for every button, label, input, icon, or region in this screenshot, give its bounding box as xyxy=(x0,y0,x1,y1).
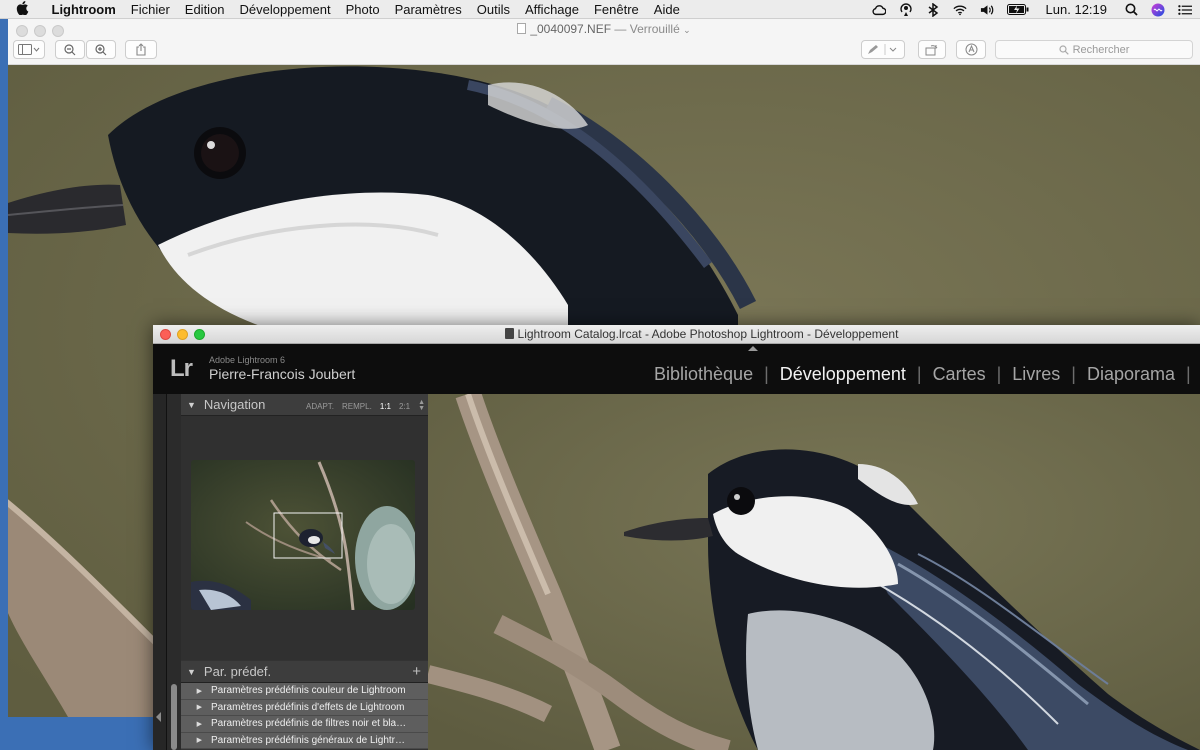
navigator-thumbnail[interactable] xyxy=(191,460,415,610)
preset-folder[interactable]: ▶ Paramètres prédéfinis de filtres noir e… xyxy=(181,716,429,733)
navigator-preview-area xyxy=(181,416,429,660)
volume-icon[interactable] xyxy=(980,3,994,17)
disclosure-triangle-icon[interactable]: ▶ xyxy=(181,687,211,695)
lightroom-logo: Lr xyxy=(170,355,193,382)
module-cartes[interactable]: Cartes xyxy=(933,364,986,385)
add-preset-button[interactable]: + xyxy=(412,663,421,680)
share-button[interactable] xyxy=(125,40,157,59)
module-livres[interactable]: Livres xyxy=(1012,364,1060,385)
collapse-left-panel-icon[interactable] xyxy=(156,712,161,722)
preset-folder-label: Paramètres prédéfinis couleur de Lightro… xyxy=(211,685,406,697)
document-filename: _0040097.NEF xyxy=(530,22,612,36)
preset-folder[interactable]: ▶ Paramètres prédéfinis d'effets de Light… xyxy=(181,699,429,716)
navigator-zoom-options: ADAPT. REMPL. 1:1 2:1 ▲ ▼ xyxy=(306,399,425,412)
disclosure-triangle-icon[interactable]: ▶ xyxy=(181,736,211,744)
document-title[interactable]: _0040097.NEF — Verrouillé ⌄ xyxy=(8,22,1200,36)
preset-folder-label: Paramètres prédéfinis d'effets de Lightr… xyxy=(211,701,405,713)
user-name: Pierre-Francois Joubert xyxy=(209,366,356,382)
menu-lightroom[interactable]: Lightroom xyxy=(44,0,123,19)
presets-title: Par. prédef. xyxy=(203,664,272,679)
preset-folder[interactable]: ▶ Paramètres prédéfinis couleur de Lightr… xyxy=(181,683,429,700)
scroll-thumb[interactable] xyxy=(171,684,177,750)
module-separator: | xyxy=(764,364,769,384)
creative-cloud-icon[interactable] xyxy=(871,3,886,17)
product-name: Adobe Lightroom 6 xyxy=(209,355,286,365)
battery-icon[interactable] xyxy=(1006,3,1029,17)
module-bibliotheque[interactable]: Bibliothèque xyxy=(654,364,753,385)
search-input[interactable]: Rechercher xyxy=(995,40,1193,59)
document-lock-status: — Verrouillé xyxy=(614,22,680,36)
disclosure-triangle-icon[interactable]: ▼ xyxy=(187,400,196,410)
lightroom-window-title-wrap: Lightroom Catalog.lrcat - Adobe Photosho… xyxy=(153,327,1200,341)
menu-outils[interactable]: Outils xyxy=(469,0,517,19)
apple-menu-icon[interactable] xyxy=(0,0,44,18)
zoom-1to1-option[interactable]: 1:1 xyxy=(380,402,391,411)
menu-photo[interactable]: Photo xyxy=(338,0,387,19)
spotlight-search-icon[interactable] xyxy=(1124,3,1138,17)
presets-panel-header[interactable]: ▼ Par. prédef. + xyxy=(181,661,429,683)
navigator-title: Navigation xyxy=(203,397,266,412)
menu-fichier[interactable]: Fichier xyxy=(123,0,177,19)
markup-toolbar-button[interactable] xyxy=(956,40,986,59)
lightroom-window-title: Lightroom Catalog.lrcat - Adobe Photosho… xyxy=(517,327,899,341)
menu-fenetre[interactable]: Fenêtre xyxy=(586,0,646,19)
develop-photo-bird xyxy=(428,394,1200,750)
rotate-button[interactable] xyxy=(918,40,946,59)
zoom-fill-option[interactable]: REMPL. xyxy=(342,402,372,411)
lightroom-titlebar: Lightroom Catalog.lrcat - Adobe Photosho… xyxy=(153,325,1200,344)
chevron-down-icon: ⌄ xyxy=(683,25,691,35)
siri-icon[interactable] xyxy=(1151,3,1165,17)
preview-toolbar: _0040097.NEF — Verrouillé ⌄ Rechercher xyxy=(8,19,1200,65)
left-panel: ▼ Navigation ADAPT. REMPL. 1:1 2:1 ▲ ▼ ▼… xyxy=(166,394,429,750)
left-panel-edge[interactable] xyxy=(153,394,166,750)
lightroom-window: Lightroom Catalog.lrcat - Adobe Photosho… xyxy=(153,325,1200,750)
develop-workspace: ▼ Navigation ADAPT. REMPL. 1:1 2:1 ▲ ▼ ▼… xyxy=(153,394,1200,750)
main-image-view[interactable] xyxy=(428,394,1200,750)
zoom-stepper-icon[interactable]: ▲ ▼ xyxy=(418,399,425,412)
module-picker: Bibliothèque | Développement | Cartes | … xyxy=(654,364,1200,385)
preset-folder[interactable]: ▶ Paramètres prédéfinis généraux de Light… xyxy=(181,732,429,749)
bluetooth-icon[interactable] xyxy=(926,2,940,17)
disclosure-triangle-icon[interactable]: ▶ xyxy=(181,720,211,728)
module-separator: | xyxy=(916,364,922,384)
wifi-icon[interactable] xyxy=(952,3,967,17)
module-separator: | xyxy=(1071,364,1076,384)
disclosure-triangle-icon[interactable]: ▼ xyxy=(187,667,196,677)
disclosure-triangle-icon[interactable]: ▶ xyxy=(181,703,211,711)
catalog-file-icon xyxy=(504,328,514,339)
navigator-panel-header[interactable]: ▼ Navigation ADAPT. REMPL. 1:1 2:1 ▲ ▼ xyxy=(181,394,429,416)
module-separator: | xyxy=(1186,364,1191,384)
menu-affichage[interactable]: Affichage xyxy=(518,0,587,19)
menu-parametres[interactable]: Paramètres xyxy=(387,0,469,19)
preset-folder-label: Paramètres prédéfinis généraux de Lightr… xyxy=(211,734,405,746)
airplay-icon[interactable] xyxy=(899,2,913,17)
menu-bar: Lightroom Fichier Edition Développement … xyxy=(0,0,1200,19)
sidebar-toggle-button[interactable] xyxy=(13,40,45,59)
identity-plate: Lr Adobe Lightroom 6 Pierre-Francois Jou… xyxy=(153,344,1200,394)
notification-center-icon[interactable] xyxy=(1178,3,1192,17)
menu-edition[interactable]: Edition xyxy=(177,0,232,19)
menu-aide[interactable]: Aide xyxy=(646,0,687,19)
menu-developpement[interactable]: Développement xyxy=(232,0,338,19)
collapse-top-panel-icon[interactable] xyxy=(748,346,758,351)
preset-folder-label: Paramètres prédéfinis de filtres noir et… xyxy=(211,718,407,730)
zoom-in-button[interactable] xyxy=(86,40,116,59)
menu-clock[interactable]: Lun. 12:19 xyxy=(1046,2,1107,17)
module-diaporama[interactable]: Diaporama xyxy=(1087,364,1175,385)
left-panel-scrollbar[interactable] xyxy=(167,394,181,750)
module-separator: | xyxy=(996,364,1002,384)
module-developpement[interactable]: Développement xyxy=(780,364,906,385)
zoom-out-button[interactable] xyxy=(55,40,85,59)
zoom-2to1-option[interactable]: 2:1 xyxy=(399,402,410,411)
preset-list: ▶ Paramètres prédéfinis couleur de Lightr… xyxy=(181,683,429,749)
search-icon xyxy=(1058,44,1069,55)
markup-pen-button[interactable] xyxy=(861,40,905,59)
document-icon xyxy=(517,23,527,34)
zoom-fit-option[interactable]: ADAPT. xyxy=(306,402,334,411)
search-placeholder: Rechercher xyxy=(1072,43,1130,56)
